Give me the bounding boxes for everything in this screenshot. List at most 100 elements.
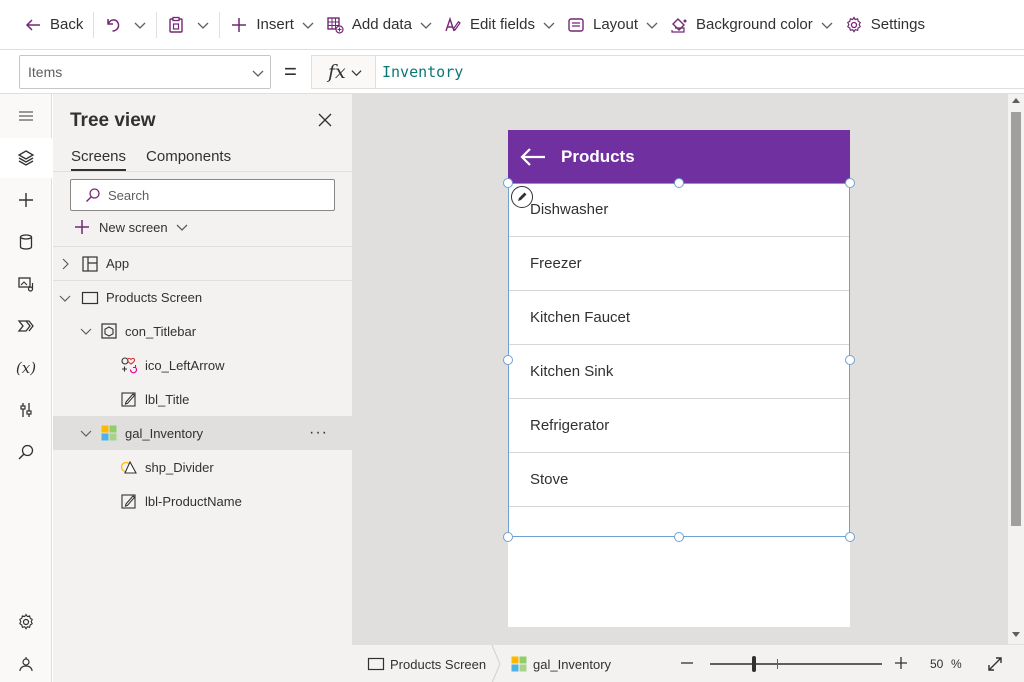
vertical-scrollbar[interactable] bbox=[1008, 94, 1024, 644]
layout-button[interactable]: Layout bbox=[561, 0, 664, 50]
gallery-row[interactable]: Dishwasher bbox=[508, 183, 850, 237]
power-automate-button[interactable] bbox=[0, 306, 52, 346]
hamburger-menu-button[interactable] bbox=[0, 96, 52, 136]
tree-view-button[interactable] bbox=[0, 138, 52, 178]
design-canvas[interactable]: Products Dishwasher Freezer Kitchen Fauc… bbox=[352, 94, 1008, 644]
undo-icon bbox=[107, 18, 120, 32]
resize-handle[interactable] bbox=[503, 178, 513, 188]
add-data-label: Add data bbox=[351, 16, 412, 33]
property-dropdown[interactable]: Items bbox=[19, 55, 271, 89]
tree-node-con-titlebar[interactable]: con_Titlebar bbox=[53, 314, 352, 348]
tree-node-products-screen[interactable]: Products Screen bbox=[53, 280, 352, 314]
tab-components[interactable]: Components bbox=[146, 148, 231, 171]
zoom-slider[interactable] bbox=[710, 656, 882, 672]
tree-node-label: lbl_Title bbox=[145, 391, 190, 407]
status-bar: Products Screen gal_Inventory 50 % bbox=[352, 644, 1024, 682]
variables-button[interactable]: (𝑥) bbox=[0, 348, 52, 388]
edit-fields-button[interactable]: Edit fields bbox=[438, 0, 561, 50]
layout-label: Layout bbox=[592, 16, 639, 33]
resize-handle[interactable] bbox=[845, 178, 855, 188]
hamburger-icon bbox=[19, 111, 33, 121]
insert-button[interactable]: Insert bbox=[224, 0, 320, 50]
rail-settings-button[interactable] bbox=[0, 602, 52, 642]
app-icon bbox=[82, 255, 98, 272]
label-icon bbox=[121, 494, 136, 509]
container-icon bbox=[101, 323, 117, 339]
zoom-slider-thumb[interactable] bbox=[752, 656, 756, 672]
chevron-down-icon bbox=[351, 69, 362, 76]
zoom-out-icon[interactable] bbox=[680, 656, 694, 670]
close-tree-button[interactable] bbox=[315, 110, 335, 130]
tab-screens[interactable]: Screens bbox=[71, 148, 127, 171]
gear-icon bbox=[19, 613, 33, 630]
resize-handle[interactable] bbox=[845, 355, 855, 365]
tree-node-lbl-productname[interactable]: lbl-ProductName bbox=[53, 484, 352, 518]
background-color-button[interactable]: Background color bbox=[664, 0, 839, 50]
data-button[interactable] bbox=[0, 222, 52, 262]
undo-button[interactable] bbox=[98, 0, 128, 50]
back-button[interactable]: Back bbox=[18, 0, 89, 50]
back-label: Back bbox=[50, 16, 84, 33]
expand-icon[interactable] bbox=[986, 655, 1004, 673]
gallery-icon bbox=[101, 425, 117, 441]
title-bar[interactable]: Products bbox=[508, 130, 850, 183]
tree-node-lbl-title[interactable]: lbl_Title bbox=[53, 382, 352, 416]
scroll-thumb[interactable] bbox=[1011, 112, 1021, 526]
new-screen-button[interactable]: New screen bbox=[73, 218, 188, 236]
gallery-row[interactable]: Refrigerator bbox=[508, 399, 850, 453]
gallery-row[interactable]: Kitchen Sink bbox=[508, 345, 850, 399]
property-value: Items bbox=[28, 64, 63, 80]
chevron-down-icon bbox=[176, 224, 188, 231]
product-name: Freezer bbox=[530, 255, 582, 272]
app-screen-preview[interactable]: Products Dishwasher Freezer Kitchen Fauc… bbox=[503, 130, 855, 627]
insert-label: Insert bbox=[256, 16, 294, 33]
scroll-up-arrow-icon[interactable] bbox=[1012, 98, 1020, 103]
left-arrow-icon[interactable] bbox=[519, 146, 547, 168]
tree-node-ico-leftarrow[interactable]: ico_LeftArrow bbox=[53, 348, 352, 382]
new-screen-label: New screen bbox=[99, 219, 168, 235]
paste-button[interactable] bbox=[161, 0, 191, 50]
more-options-button[interactable]: ··· bbox=[309, 424, 328, 442]
edit-fields-icon bbox=[445, 16, 461, 31]
chevron-down-icon bbox=[80, 430, 92, 437]
zoom-in-icon[interactable] bbox=[894, 656, 908, 670]
gallery-row[interactable]: Freezer bbox=[508, 237, 850, 291]
resize-handle[interactable] bbox=[845, 532, 855, 542]
tree-search-input[interactable]: Search bbox=[70, 179, 335, 211]
resize-handle[interactable] bbox=[674, 178, 684, 188]
resize-handle[interactable] bbox=[503, 355, 513, 365]
edit-gallery-button[interactable] bbox=[511, 186, 533, 208]
insert-rail-button[interactable] bbox=[0, 180, 52, 220]
resize-handle[interactable] bbox=[674, 532, 684, 542]
tree-node-label: shp_Divider bbox=[145, 459, 214, 475]
search-placeholder: Search bbox=[108, 187, 150, 203]
paste-dropdown[interactable] bbox=[191, 0, 215, 50]
gallery-row[interactable]: Kitchen Faucet bbox=[508, 291, 850, 345]
table-add-icon bbox=[327, 16, 344, 34]
scroll-down-arrow-icon[interactable] bbox=[1012, 632, 1020, 637]
variables-icon: (𝑥) bbox=[15, 359, 37, 377]
chevron-down-icon bbox=[543, 22, 555, 29]
chevron-down-icon bbox=[420, 22, 432, 29]
background-color-label: Background color bbox=[696, 16, 813, 33]
settings-button[interactable]: Settings bbox=[839, 0, 931, 50]
slider-tick bbox=[777, 659, 778, 669]
breadcrumb-screen[interactable]: Products Screen bbox=[367, 645, 486, 682]
media-button[interactable] bbox=[0, 264, 52, 304]
gallery-icon bbox=[511, 656, 527, 672]
function-button[interactable]: fx bbox=[311, 55, 375, 89]
resize-handle[interactable] bbox=[503, 532, 513, 542]
tree-node-shp-divider[interactable]: shp_Divider bbox=[53, 450, 352, 484]
tree-node-app[interactable]: App bbox=[53, 246, 352, 280]
screen-title: Products bbox=[561, 147, 635, 166]
tree-node-gal-inventory[interactable]: gal_Inventory ··· bbox=[53, 416, 352, 450]
pencil-icon bbox=[518, 192, 527, 201]
gallery-row[interactable]: Stove bbox=[508, 453, 850, 507]
virtual-agent-button[interactable] bbox=[0, 644, 52, 682]
formula-input[interactable]: Inventory bbox=[375, 55, 1024, 89]
undo-dropdown[interactable] bbox=[128, 0, 152, 50]
add-data-button[interactable]: Add data bbox=[320, 0, 438, 50]
advanced-tools-button[interactable] bbox=[0, 390, 52, 430]
search-rail-button[interactable] bbox=[0, 432, 52, 472]
breadcrumb-control[interactable]: gal_Inventory bbox=[510, 645, 611, 682]
